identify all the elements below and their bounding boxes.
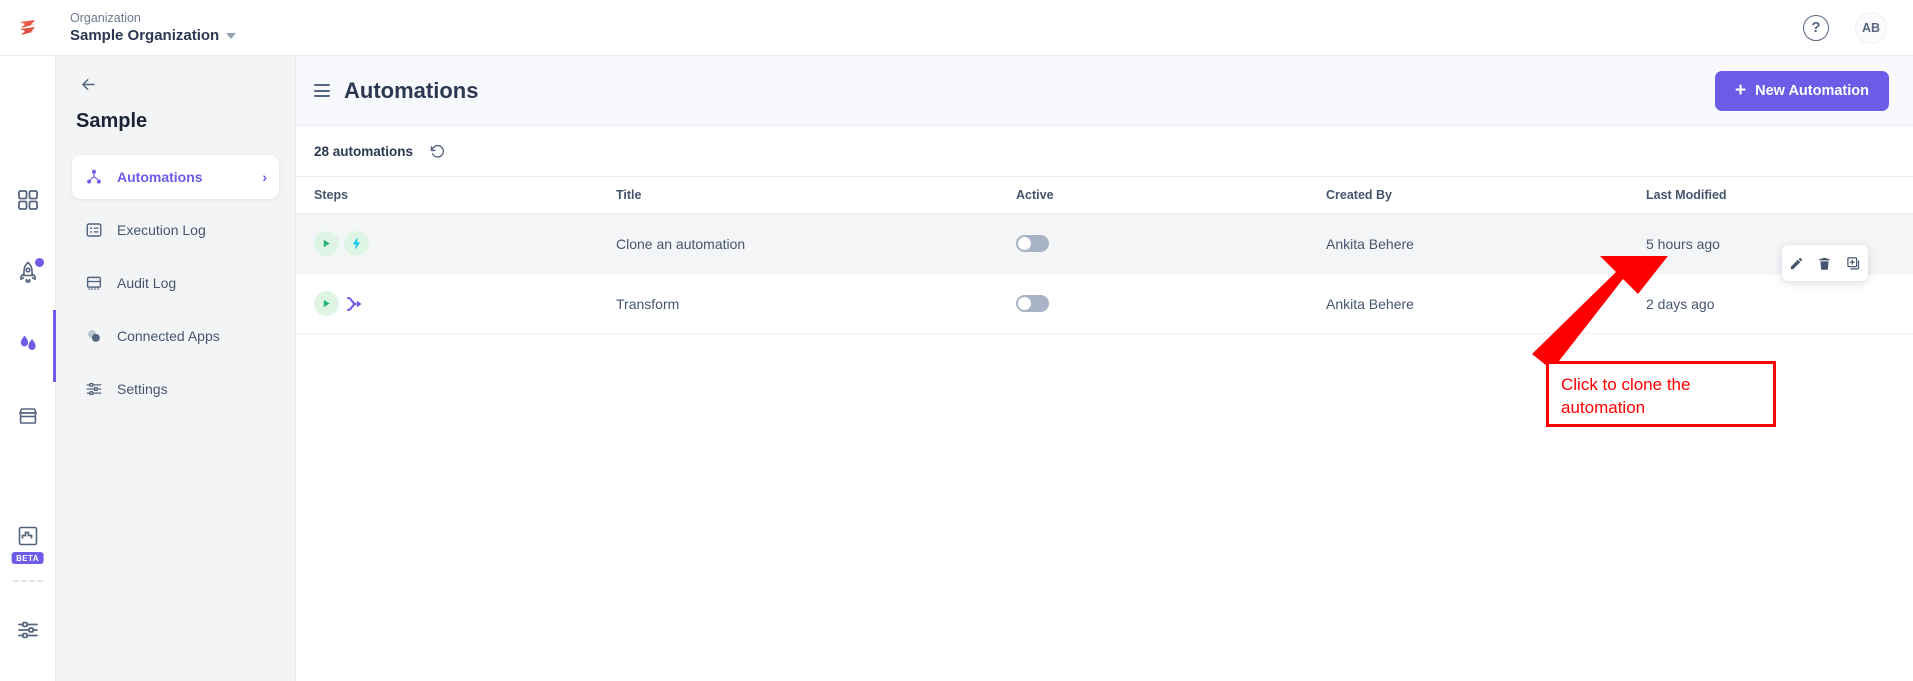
table-row[interactable]: Clone an automation Ankita Behere 5 hour… xyxy=(296,213,1913,274)
page-header: Automations + New Automation xyxy=(296,56,1913,126)
cell-last-modified: 2 days ago xyxy=(1646,273,1913,334)
annotation-callout: Click to clone the automation xyxy=(1546,361,1776,427)
sidebar-item-label: Connected Apps xyxy=(117,328,220,344)
column-header-title: Title xyxy=(616,176,1016,214)
back-arrow-icon[interactable] xyxy=(72,68,104,100)
active-toggle[interactable] xyxy=(1016,235,1049,252)
sidebar-item-automations[interactable]: Automations › xyxy=(72,155,279,199)
sidebar-item-audit-log[interactable]: Audit Log xyxy=(72,261,279,305)
column-header-steps: Steps xyxy=(296,176,616,214)
edit-pencil-icon[interactable] xyxy=(1789,256,1804,271)
lightning-bolt-icon[interactable] xyxy=(344,231,369,256)
rail-item-flow-beta[interactable]: BETA xyxy=(0,502,56,574)
sidebar-item-label: Settings xyxy=(117,381,168,397)
notification-dot xyxy=(34,258,44,267)
chevron-right-icon: › xyxy=(262,169,267,185)
clone-copy-icon[interactable] xyxy=(1846,256,1861,271)
rail-divider xyxy=(12,580,43,582)
column-header-last-modified: Last Modified xyxy=(1646,176,1913,214)
row-action-panel xyxy=(1782,245,1868,281)
delete-trash-icon[interactable] xyxy=(1817,256,1832,271)
sidebar-item-label: Execution Log xyxy=(117,222,206,238)
active-toggle[interactable] xyxy=(1016,295,1049,312)
connected-apps-icon xyxy=(84,327,104,345)
play-icon[interactable] xyxy=(314,291,339,316)
cell-active xyxy=(1016,213,1326,274)
table-row[interactable]: Transform Ankita Behere 2 days ago xyxy=(296,273,1913,334)
sliders-settings-icon xyxy=(16,618,40,647)
new-automation-label: New Automation xyxy=(1755,82,1869,99)
audit-log-icon xyxy=(84,274,104,292)
organization-name: Sample Organization xyxy=(70,26,220,44)
sidebar-item-label: Audit Log xyxy=(117,275,177,291)
rail-item-launch[interactable] xyxy=(0,238,56,310)
automations-count: 28 automations xyxy=(314,143,414,159)
grid-dashboard-icon xyxy=(16,188,40,217)
new-automation-button[interactable]: + New Automation xyxy=(1715,70,1889,111)
droplets-icon xyxy=(16,332,40,361)
cell-steps xyxy=(296,273,616,334)
play-icon[interactable] xyxy=(314,231,339,256)
rail-item-dashboard[interactable] xyxy=(0,166,56,238)
hamburger-menu-icon[interactable] xyxy=(314,84,330,97)
automations-table: Steps Title Active Created By Last Modif… xyxy=(296,176,1913,334)
page-title: Automations xyxy=(344,77,479,103)
help-icon[interactable]: ? xyxy=(1803,14,1829,41)
sidebar-item-label: Automations xyxy=(117,169,203,185)
storefront-icon xyxy=(16,404,40,433)
rail-item-settings[interactable] xyxy=(0,596,56,668)
chevron-down-icon[interactable] xyxy=(226,32,237,39)
top-bar-actions: ? AB xyxy=(1803,11,1913,44)
column-header-created-by: Created By xyxy=(1326,176,1646,214)
rail-item-marketplace[interactable] xyxy=(0,382,56,454)
sidebar-item-execution-log[interactable]: Execution Log xyxy=(72,208,279,252)
top-bar: Organization Sample Organization ? AB xyxy=(0,0,1913,56)
organization-switcher[interactable]: Organization Sample Organization xyxy=(70,10,237,46)
settings-sliders-icon xyxy=(84,380,104,398)
cell-title[interactable]: Transform xyxy=(616,273,1016,334)
icon-rail: BETA xyxy=(0,56,56,681)
automations-count-bar: 28 automations xyxy=(296,126,1913,176)
execution-log-icon xyxy=(84,221,104,239)
branch-split-icon[interactable] xyxy=(344,295,368,313)
organization-label: Organization xyxy=(70,10,141,25)
flow-puzzle-icon xyxy=(16,524,40,553)
sidebar-item-settings[interactable]: Settings xyxy=(72,367,279,411)
cell-last-modified: 5 hours ago xyxy=(1646,213,1913,274)
brand-logo-icon[interactable] xyxy=(0,15,56,41)
sidebar-item-connected-apps[interactable]: Connected Apps xyxy=(72,314,279,358)
cell-active xyxy=(1016,273,1326,334)
cell-title[interactable]: Clone an automation xyxy=(616,213,1016,274)
refresh-icon[interactable] xyxy=(429,143,446,160)
plus-icon: + xyxy=(1735,80,1747,101)
secondary-sidebar: Sample Automations › Execution Log Audit… xyxy=(56,56,296,681)
automations-node-icon xyxy=(84,168,104,186)
rail-item-automations[interactable] xyxy=(0,310,56,382)
workspace-title: Sample xyxy=(76,110,148,132)
cell-steps xyxy=(296,213,616,274)
beta-badge: BETA xyxy=(11,552,44,564)
table-header-row: Steps Title Active Created By Last Modif… xyxy=(296,176,1913,214)
column-header-active: Active xyxy=(1016,176,1326,214)
avatar[interactable]: AB xyxy=(1855,11,1887,44)
